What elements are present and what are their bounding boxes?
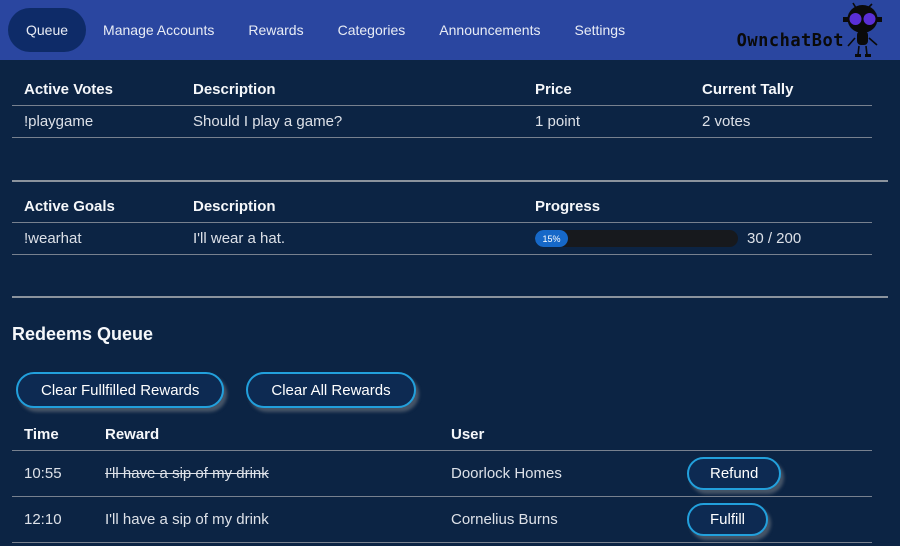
redeems-header-row: Time Reward User (12, 426, 872, 451)
page-title: Redeems Queue (12, 324, 900, 345)
column-header: Description (193, 198, 535, 222)
tab-categories[interactable]: Categories (321, 0, 423, 60)
fulfill-button[interactable]: Fulfill (687, 503, 768, 536)
vote-tally: 2 votes (702, 106, 872, 137)
app-logo-text: OwnchatBot (737, 31, 844, 52)
progress-bar: 15% (535, 230, 738, 247)
goal-command: !wearhat (24, 223, 193, 254)
clear-fulfilled-button[interactable]: Clear Fullfilled Rewards (16, 372, 224, 408)
goal-progress: 15% 30 / 200 (535, 223, 872, 254)
refund-button[interactable]: Refund (687, 457, 781, 490)
active-votes-table: Active Votes Description Price Current T… (12, 81, 872, 138)
clear-all-button[interactable]: Clear All Rewards (246, 372, 415, 408)
tab-manage-accounts[interactable]: Manage Accounts (86, 0, 231, 60)
redeem-row: 10:55 I'll have a sip of my drink Doorlo… (12, 451, 872, 497)
column-header: Progress (535, 198, 872, 222)
section-divider (12, 296, 888, 298)
redeem-user: Doorlock Homes (451, 465, 687, 482)
vote-command: !playgame (24, 106, 193, 137)
vote-description: Should I play a game? (193, 106, 535, 137)
active-votes-header-row: Active Votes Description Price Current T… (12, 81, 872, 106)
goal-description: I'll wear a hat. (193, 223, 535, 254)
column-header: User (451, 426, 687, 450)
redeem-user: Cornelius Burns (451, 511, 687, 528)
column-header: Description (193, 81, 535, 105)
redeem-row: 12:10 I'll have a sip of my drink Cornel… (12, 497, 872, 543)
column-header: Active Goals (24, 198, 193, 222)
column-header: Reward (105, 426, 451, 450)
vote-price: 1 point (535, 106, 702, 137)
robot-mascot-icon (840, 2, 886, 58)
top-navigation: Queue Manage Accounts Rewards Categories… (0, 0, 900, 60)
progress-fill: 15% (535, 230, 568, 247)
redeem-time: 10:55 (24, 465, 105, 482)
column-header: Price (535, 81, 702, 105)
active-goals-header-row: Active Goals Description Progress (12, 198, 872, 223)
tab-settings[interactable]: Settings (557, 0, 642, 60)
reward-text: I'll have a sip of my drink (105, 511, 451, 528)
redeem-time: 12:10 (24, 511, 105, 528)
column-header: Time (24, 426, 105, 450)
table-row: !wearhat I'll wear a hat. 15% 30 / 200 (12, 223, 872, 255)
app-logo: OwnchatBot (737, 2, 886, 58)
table-row: !playgame Should I play a game? 1 point … (12, 106, 872, 138)
progress-count: 30 / 200 (747, 230, 801, 247)
tab-queue[interactable]: Queue (8, 8, 86, 52)
column-header: Current Tally (702, 81, 872, 105)
column-header: Active Votes (24, 81, 193, 105)
redeems-actions: Clear Fullfilled Rewards Clear All Rewar… (16, 372, 900, 408)
redeems-table: Time Reward User 10:55 I'll have a sip o… (12, 426, 872, 543)
reward-text: I'll have a sip of my drink (105, 465, 451, 482)
goals-top-divider (12, 180, 888, 182)
active-goals-table: Active Goals Description Progress !wearh… (12, 198, 872, 255)
tab-announcements[interactable]: Announcements (422, 0, 557, 60)
tab-rewards[interactable]: Rewards (231, 0, 320, 60)
